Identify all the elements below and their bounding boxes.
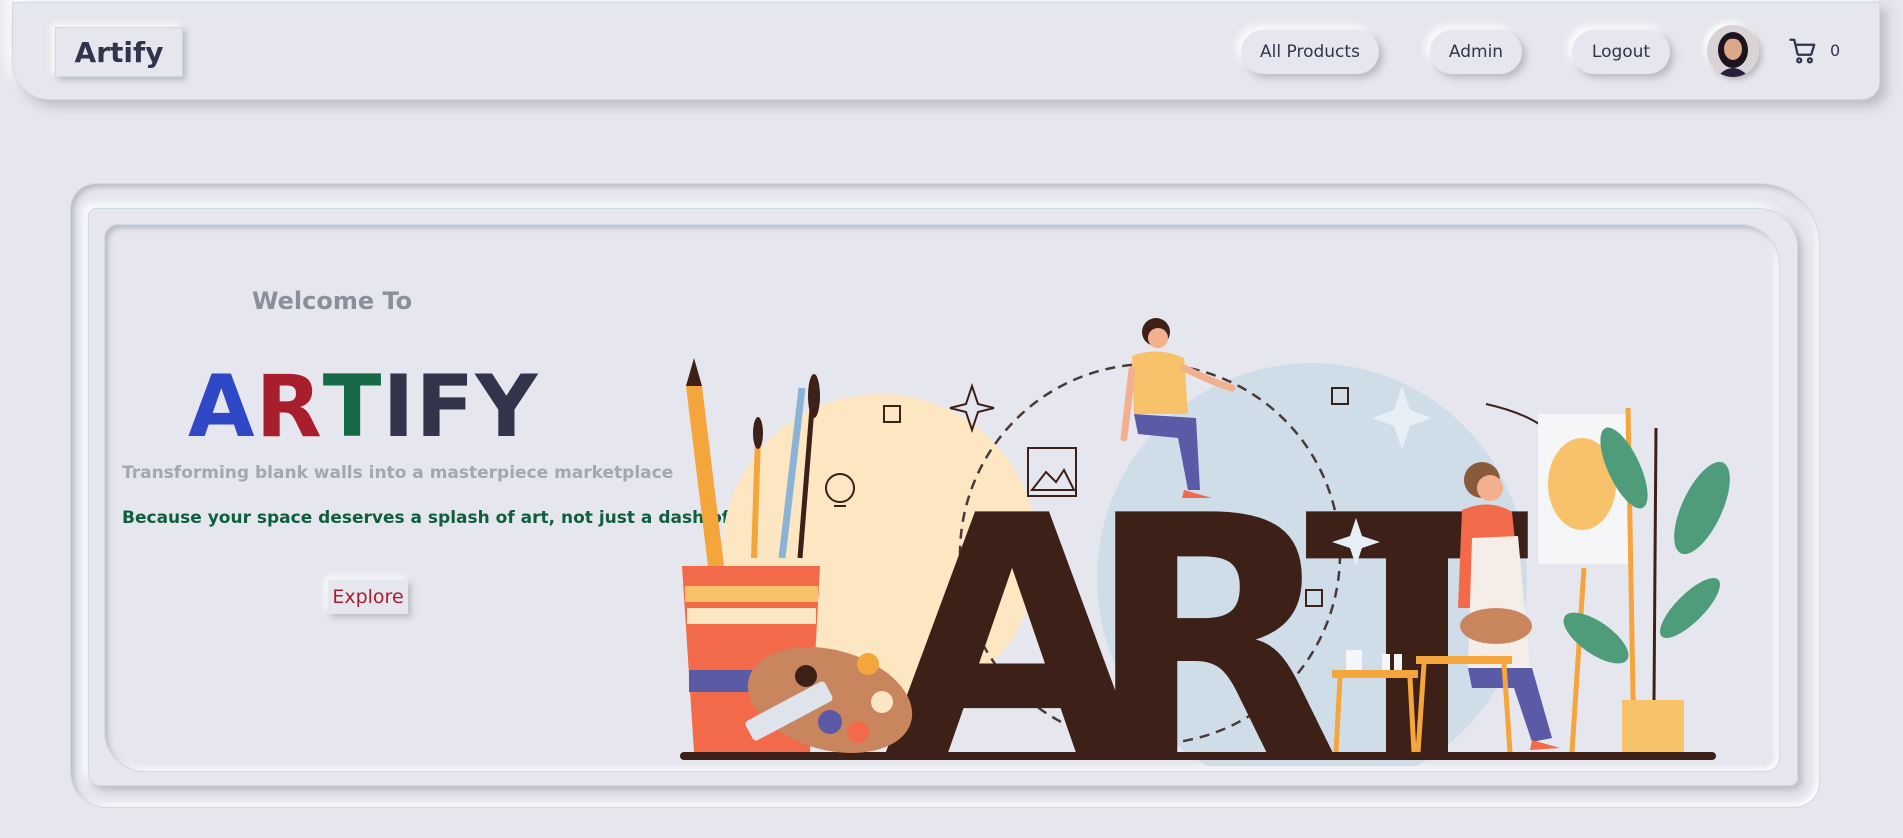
explore-button[interactable]: Explore bbox=[328, 580, 408, 614]
title-letter: T bbox=[322, 357, 383, 457]
nav-logout-button[interactable]: Logout bbox=[1572, 30, 1670, 74]
nav-all-products-button[interactable]: All Products bbox=[1241, 30, 1379, 74]
user-avatar[interactable] bbox=[1707, 25, 1759, 77]
title-letter: I bbox=[382, 357, 416, 457]
nav-admin-button[interactable]: Admin bbox=[1430, 30, 1522, 74]
title-letter: R bbox=[255, 357, 323, 457]
cart-count-badge: 0 bbox=[1830, 41, 1841, 60]
welcome-heading: Welcome To bbox=[252, 287, 413, 315]
avatar-image bbox=[1707, 25, 1759, 77]
brush-doodle-icon bbox=[1485, 403, 1543, 427]
shopping-cart-icon[interactable] bbox=[1788, 36, 1818, 66]
artify-title: ARTIFY bbox=[188, 362, 539, 452]
brand-logo[interactable]: Artify bbox=[55, 27, 183, 77]
art-hero-illustration: A R T bbox=[680, 318, 1730, 766]
art-letter-r: R bbox=[1085, 446, 1339, 766]
title-letter: Y bbox=[475, 357, 539, 457]
title-letter: A bbox=[188, 357, 256, 457]
title-letter: F bbox=[415, 357, 476, 457]
hero-tagline: Transforming blank walls into a masterpi… bbox=[122, 463, 674, 483]
